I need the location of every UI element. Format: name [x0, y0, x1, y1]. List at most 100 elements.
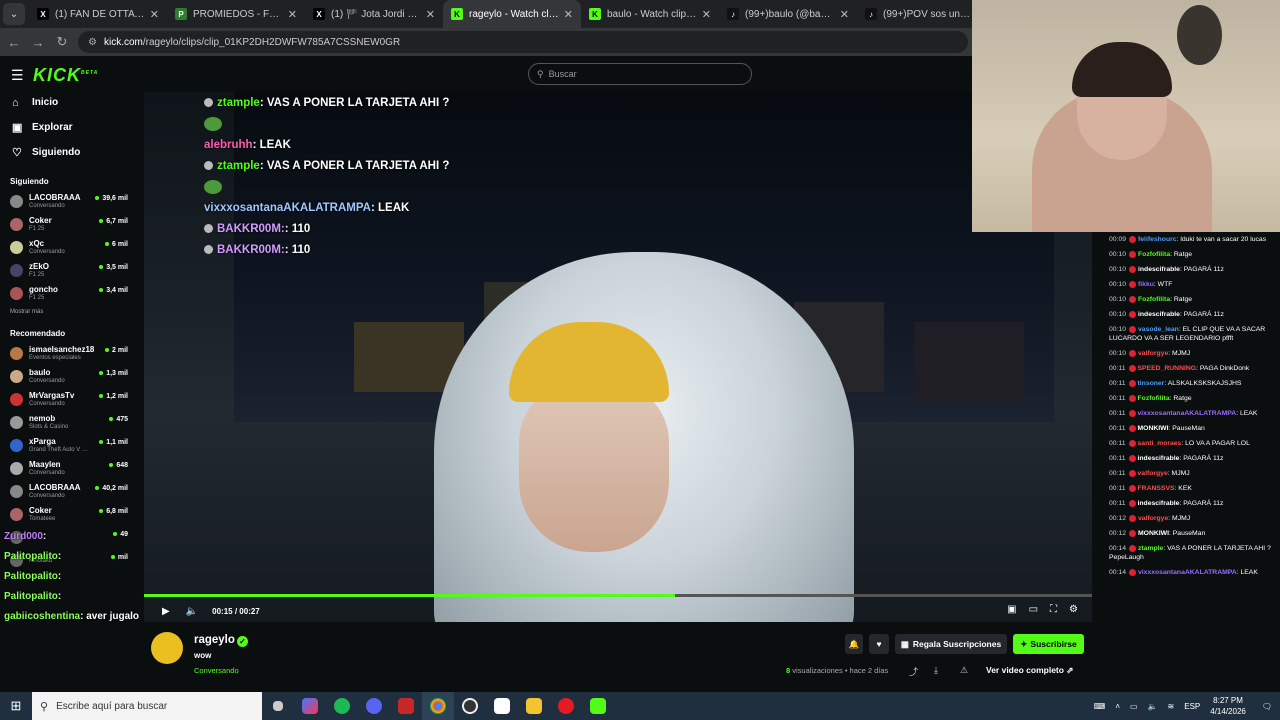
sidebar-channel[interactable]: Maaylen Conversando 648	[0, 457, 136, 480]
tab-close-icon[interactable]: ✕	[840, 8, 849, 21]
subscribe-button[interactable]: ✦ Suscribirse	[1013, 634, 1084, 654]
file-explorer-icon[interactable]	[518, 692, 550, 720]
sidebar-channel[interactable]: baulo Conversando 1,3 mil	[0, 365, 136, 388]
channel-name[interactable]: rageylo	[194, 634, 235, 646]
chat-username[interactable]: vasode_lean	[1138, 326, 1179, 333]
kick-app-icon[interactable]	[582, 692, 614, 720]
chat-username[interactable]: vixxxosantanaAKALATRAMPA	[1138, 410, 1237, 417]
speaker-icon[interactable]: 🔈	[1148, 702, 1158, 711]
keyboard-icon[interactable]: ⌨	[1094, 702, 1106, 711]
language-indicator[interactable]: ESP	[1184, 702, 1200, 711]
sidebar-channel[interactable]: MrVargasTv Conversando 1,2 mil	[0, 388, 136, 411]
site-info-icon[interactable]: ⚙	[88, 37, 97, 48]
tab-search-button[interactable]: ⌄	[3, 3, 25, 25]
forward-icon[interactable]: →	[26, 35, 50, 50]
browser-tab[interactable]: P PROMIEDOS - Futbol Arg ✕	[167, 0, 305, 28]
tray-overflow-icon[interactable]: ˄	[1115, 702, 1120, 711]
kick-logo[interactable]: KICKBETA	[33, 65, 98, 86]
sidebar-channel[interactable]: xParga Grand Theft Auto V … 1,1 mil	[0, 434, 136, 457]
copilot-icon[interactable]	[294, 692, 326, 720]
category-link[interactable]: Conversando	[194, 666, 239, 675]
back-icon[interactable]: ←	[2, 35, 26, 50]
clock[interactable]: 8:27 PM 4/14/2026	[1210, 695, 1246, 717]
notification-bell-icon[interactable]: 🔔	[845, 634, 863, 654]
sidebar-nav-explorar[interactable]: ▣ Explorar	[0, 115, 136, 140]
sidebar-channel[interactable]: ismaelsanchez18 Eventos especiales 2 mil	[0, 342, 136, 365]
show-more-link[interactable]: Mostrar más	[0, 309, 136, 315]
discord-icon[interactable]	[358, 692, 390, 720]
windows-start-icon[interactable]: ⊞	[0, 698, 32, 714]
tab-close-icon[interactable]: ✕	[150, 8, 159, 21]
sidebar-channel[interactable]: xQc Conversando 6 mil	[0, 236, 136, 259]
channel-avatar[interactable]	[151, 632, 183, 664]
sidebar-channel[interactable]: nemob Slots & Casino 475	[0, 411, 136, 434]
miniplayer-icon[interactable]: ▣	[1007, 604, 1016, 615]
sidebar-channel[interactable]: LACOBRAAA Conversando 40,2 mil	[0, 480, 136, 503]
fullscreen-icon[interactable]: ⛶	[1050, 604, 1057, 615]
browser-tab[interactable]: Kbaulo - Watch clips on Ki ✕	[581, 0, 719, 28]
tab-close-icon[interactable]: ✕	[702, 8, 711, 21]
browser-tab[interactable]: X (1) 🏴 Jota Jordi 🏴 en X: ✕	[305, 0, 443, 28]
url-field[interactable]: ⚙ kick.com/rageylo/clips/clip_01KP2DH2DW…	[78, 31, 968, 53]
opera-icon[interactable]	[550, 692, 582, 720]
capcut-icon[interactable]	[486, 692, 518, 720]
gift-subs-button[interactable]: ▦ Regala Suscripciones	[895, 634, 1007, 654]
taskbar-search-input[interactable]: ⚲ Escribe aquí para buscar	[32, 692, 262, 720]
chat-username[interactable]: FRANSSVS	[1138, 485, 1175, 492]
sidebar-channel[interactable]: goncho F1 25 3,4 mil	[0, 282, 136, 305]
notifications-icon[interactable]: 🗨	[1262, 702, 1272, 711]
tab-close-icon[interactable]: ✕	[564, 8, 573, 21]
sidebar-channel[interactable]: Coker Tomateee 6,8 mil	[0, 503, 136, 526]
task-view-icon[interactable]	[262, 692, 294, 720]
chat-username[interactable]: indescifrable	[1138, 500, 1180, 507]
chat-username[interactable]: tinsoner	[1138, 380, 1165, 387]
tab-close-icon[interactable]: ✕	[426, 8, 435, 21]
chat-username[interactable]: Fozfofilita	[1138, 251, 1170, 258]
chat-username[interactable]: valforgye	[1138, 350, 1168, 357]
menu-icon[interactable]: ☰	[11, 67, 24, 84]
video-progress-bar[interactable]	[144, 594, 1092, 597]
sidebar-channel[interactable]: zEkO F1 25 3,5 mil	[0, 259, 136, 282]
chat-username[interactable]: SPEED_RUNNING	[1138, 365, 1197, 372]
sidebar-channel[interactable]: LACOBRAAA Conversando 39,6 mil	[0, 190, 136, 213]
sidebar-nav-inicio[interactable]: ⌂ Inicio	[0, 90, 136, 115]
follow-heart-icon[interactable]: ♥	[869, 634, 889, 654]
volume-icon[interactable]: 🔈	[186, 606, 198, 617]
video-app-icon[interactable]	[390, 692, 422, 720]
chat-username[interactable]: indescifrable	[1138, 266, 1180, 273]
report-icon[interactable]: ⚠	[960, 665, 968, 676]
chat-username[interactable]: santi_moraes	[1138, 440, 1182, 447]
chat-username[interactable]: valforgye	[1138, 470, 1168, 477]
chat-username[interactable]: MONKIWI	[1138, 530, 1169, 537]
network-icon[interactable]: ▭	[1130, 702, 1138, 711]
theater-mode-icon[interactable]: ▭	[1029, 604, 1038, 615]
chat-username[interactable]: ztample	[1138, 545, 1163, 552]
chat-username[interactable]: felifeshourc	[1138, 236, 1177, 243]
sidebar-channel[interactable]: Coker F1 25 6,7 mil	[0, 213, 136, 236]
chat-username[interactable]: fikku	[1138, 281, 1154, 288]
chat-username[interactable]: indescifrable	[1138, 311, 1180, 318]
chat-username[interactable]: MONKIWI	[1138, 425, 1169, 432]
tab-close-icon[interactable]: ✕	[288, 8, 297, 21]
browser-tab[interactable]: Krageylo - Watch clips on K ✕	[443, 0, 581, 28]
obs-icon[interactable]	[454, 692, 486, 720]
download-icon[interactable]: ⤓	[934, 665, 938, 676]
spotify-icon[interactable]	[326, 692, 358, 720]
chat-username[interactable]: vixxxosantanaAKALATRAMPA	[1138, 569, 1237, 576]
search-input[interactable]: ⚲ Buscar	[528, 63, 752, 85]
browser-tab[interactable]: X (1) FAN DE OTTA en X: "@ ✕	[29, 0, 167, 28]
chat-username[interactable]: Fozfofilita	[1138, 296, 1170, 303]
sidebar-nav-siguiendo[interactable]: ♡ Siguiendo	[0, 140, 136, 165]
full-video-link[interactable]: Ver video completo ⇗	[986, 665, 1073, 676]
share-icon[interactable]: ⤴	[909, 665, 918, 678]
browser-tab[interactable]: ♪ (99+)baulo (@baulol) | Ti ✕	[719, 0, 857, 28]
video-player[interactable]: ztample: VAS A PONER LA TARJETA AHI ? ale…	[144, 92, 1092, 622]
reload-icon[interactable]: ↻	[50, 34, 74, 50]
chrome-icon[interactable]	[422, 692, 454, 720]
chat-username[interactable]: valforgye	[1138, 515, 1168, 522]
chat-username[interactable]: Fozfofilita	[1138, 395, 1170, 402]
chat-username[interactable]: indescifrable	[1138, 455, 1180, 462]
settings-icon[interactable]: ⚙	[1069, 604, 1078, 615]
wifi-icon[interactable]: ≋	[1168, 702, 1175, 711]
play-icon[interactable]: ▶	[162, 606, 170, 617]
